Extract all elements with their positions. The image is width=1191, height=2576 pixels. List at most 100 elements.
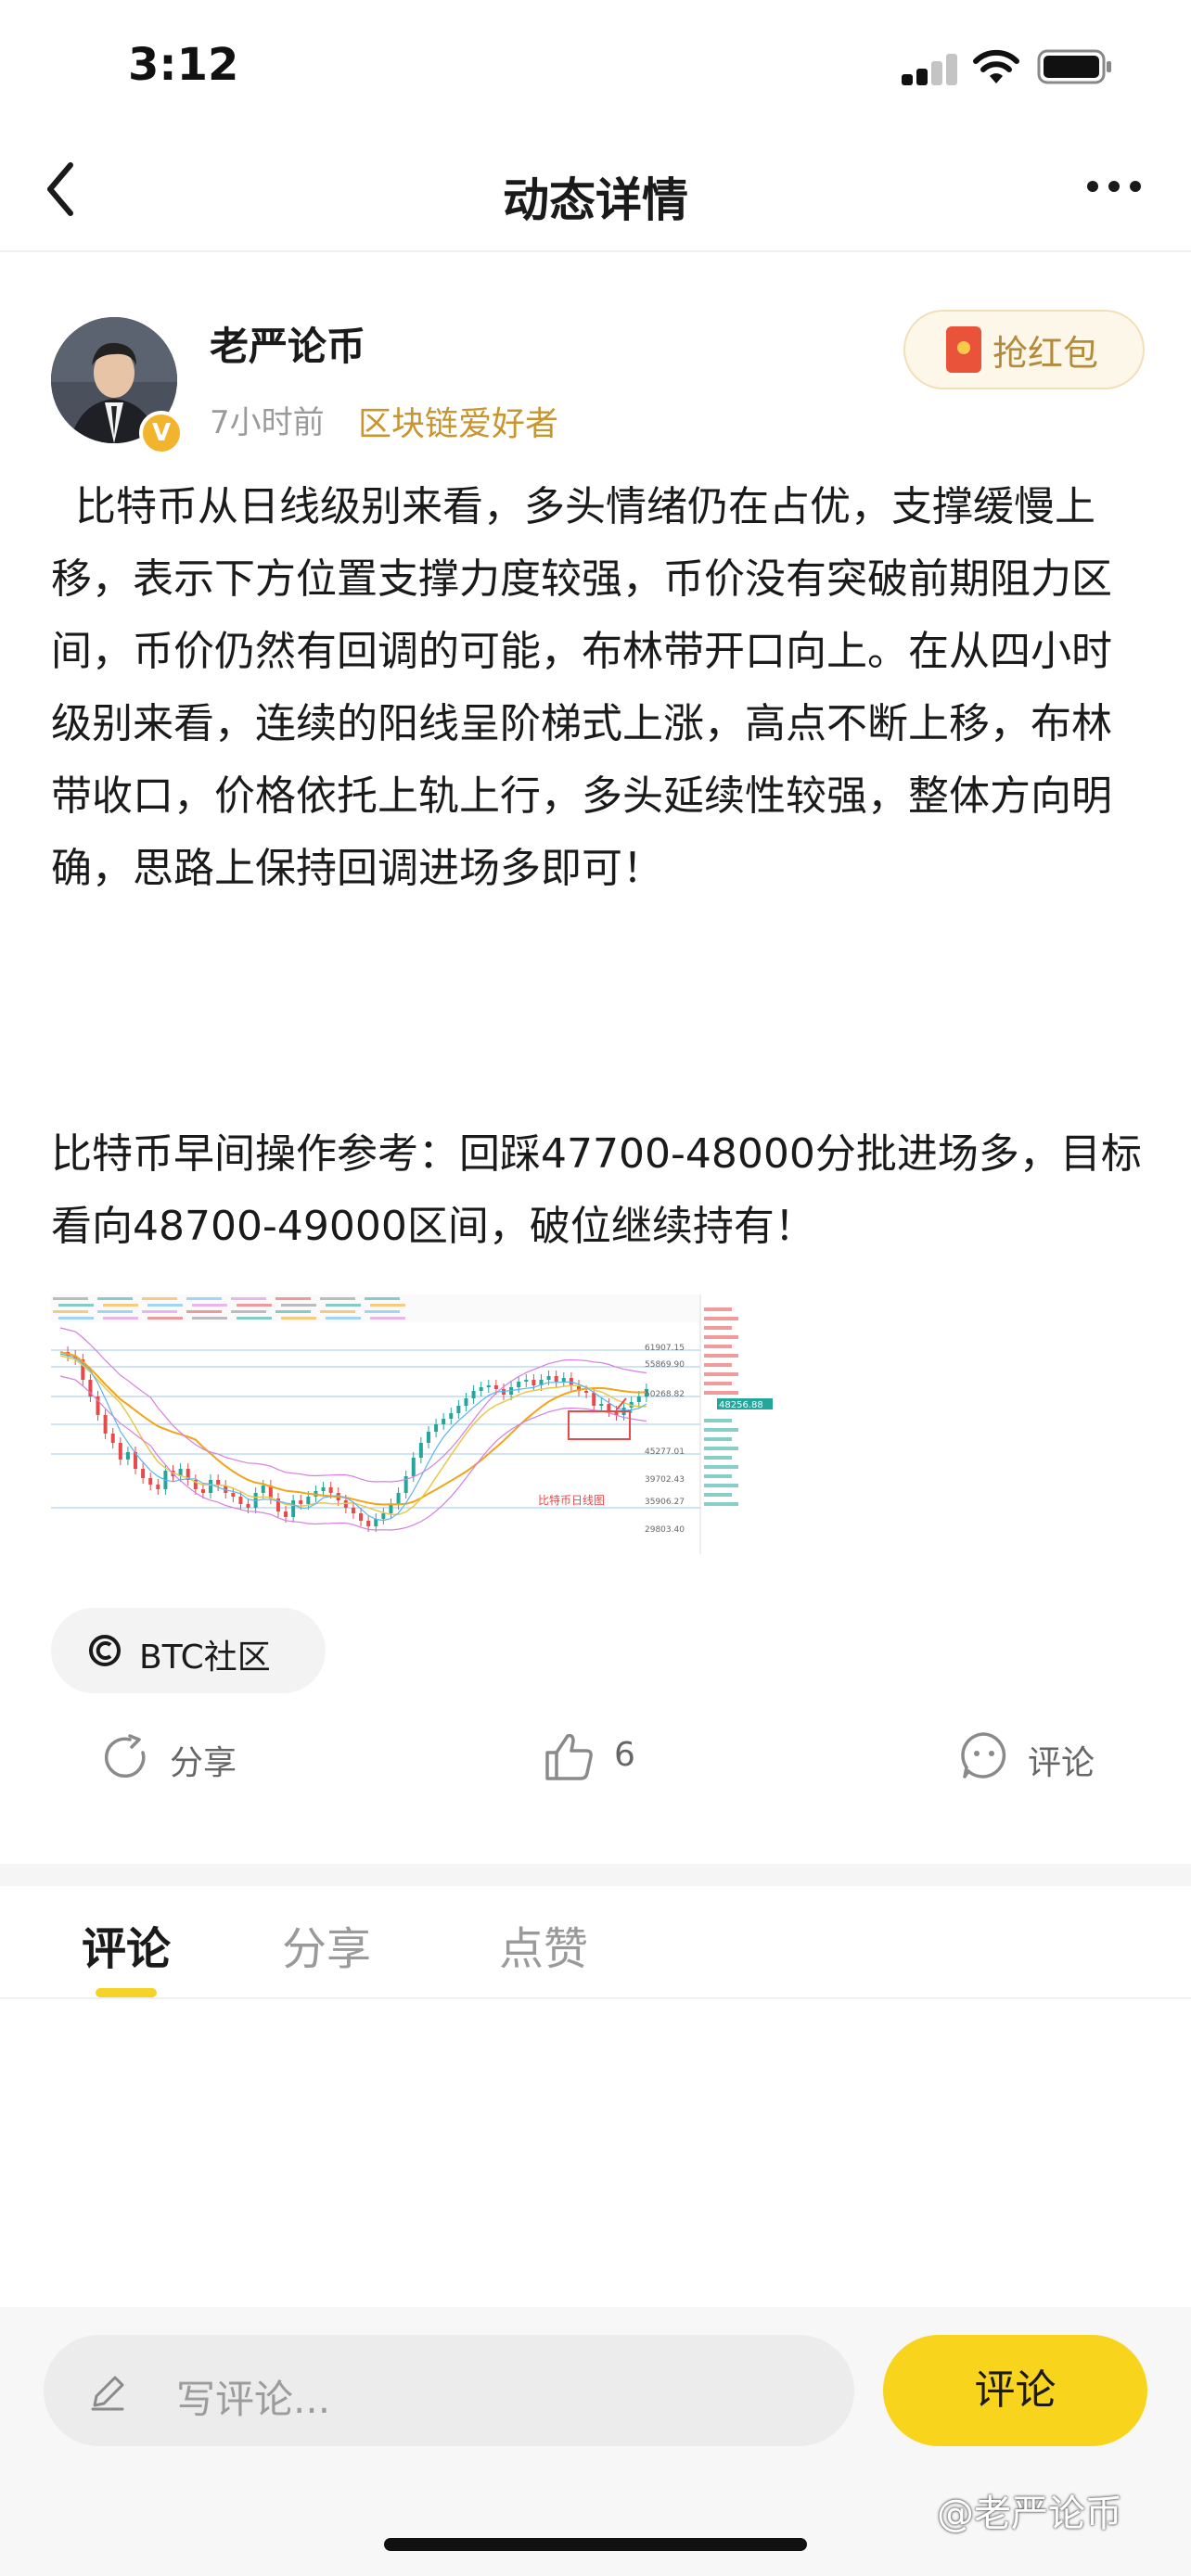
- topic-label: BTC社区: [139, 1639, 271, 1677]
- indicator-text-line: [142, 1310, 177, 1313]
- indicator-text-line: [103, 1317, 138, 1320]
- candle-body: [389, 1504, 393, 1513]
- candle-body: [321, 1487, 326, 1491]
- candle-body: [200, 1489, 205, 1493]
- indicator-text-line: [231, 1310, 266, 1313]
- candle-body: [517, 1382, 521, 1387]
- candle-body: [118, 1443, 122, 1460]
- candlestick-chart-image: 比特币日线图 61907.15 55869.90 50268.82 45277.01 3…: [51, 1294, 779, 1554]
- indicator-text-line: [370, 1304, 405, 1307]
- indicator-text-line: [275, 1297, 311, 1300]
- price-label: 35906.27: [645, 1498, 685, 1507]
- candle-body: [141, 1469, 146, 1478]
- indicator-text-line: [97, 1310, 133, 1313]
- comment-input[interactable]: [44, 2335, 854, 2446]
- indicator-text-line: [142, 1297, 177, 1300]
- comment-icon[interactable]: [959, 1730, 1009, 1780]
- price-label: 29803.40: [645, 1525, 685, 1535]
- section-separator: [0, 1864, 1191, 1886]
- candle-body: [592, 1393, 596, 1406]
- cellular-signal-icon: [902, 54, 957, 85]
- candle-body: [125, 1452, 130, 1460]
- orderbook-row: [704, 1326, 732, 1330]
- orderbook-row: [704, 1345, 732, 1348]
- orderbook-row: [704, 1493, 732, 1497]
- candle-body: [231, 1493, 236, 1497]
- indicator-text-line: [281, 1304, 316, 1307]
- candle-body: [148, 1478, 153, 1485]
- orderbook-row: [704, 1382, 732, 1385]
- share-button[interactable]: 分享: [170, 1736, 237, 1784]
- candle-body: [306, 1497, 311, 1504]
- candle-body: [434, 1424, 439, 1432]
- tab-comments[interactable]: 评论: [82, 1912, 171, 1977]
- post-image-chart[interactable]: 比特币日线图 61907.15 55869.90 50268.82 45277.01 3…: [51, 1294, 779, 1554]
- candle-body: [584, 1391, 589, 1393]
- post-time: 7小时前: [210, 404, 325, 441]
- orderbook-row: [704, 1317, 738, 1320]
- orderbook-row: [704, 1419, 732, 1422]
- page-title: 动态详情: [503, 173, 688, 227]
- more-options-icon[interactable]: [1085, 178, 1143, 195]
- indicator-text-line: [58, 1304, 94, 1307]
- orderbook-row: [704, 1354, 738, 1358]
- thumbs-up-icon[interactable]: [542, 1730, 596, 1782]
- candle-body: [381, 1513, 386, 1519]
- candle-body: [359, 1513, 364, 1521]
- indicator-text-line: [147, 1317, 183, 1320]
- comment-placeholder[interactable]: 写评论...: [176, 2368, 330, 2425]
- candle-body: [636, 1396, 641, 1402]
- price-label: 45277.01: [645, 1447, 685, 1457]
- indicator-text-line: [365, 1297, 400, 1300]
- candle-body: [418, 1443, 423, 1458]
- indicator-text-line: [275, 1310, 311, 1313]
- candle-body: [103, 1415, 108, 1434]
- candle-body: [607, 1404, 611, 1411]
- indicator-text-line: [326, 1317, 361, 1320]
- candle-body: [449, 1413, 454, 1419]
- candle-body: [464, 1398, 468, 1406]
- orderbook-row: [704, 1335, 738, 1339]
- author-name[interactable]: 老严论币: [210, 315, 365, 372]
- candle-body: [156, 1485, 160, 1489]
- price-label: 55869.90: [645, 1360, 685, 1370]
- orderbook-row: [704, 1502, 738, 1506]
- candle-body: [456, 1406, 461, 1413]
- candle-body: [209, 1480, 213, 1493]
- orderbook-row: [704, 1428, 738, 1432]
- like-count[interactable]: 6: [614, 1736, 635, 1774]
- indicator-text-line: [147, 1304, 183, 1307]
- share-icon[interactable]: [102, 1732, 152, 1782]
- home-indicator: [384, 2538, 807, 2551]
- indicator-text-line: [103, 1304, 138, 1307]
- candle-body: [524, 1380, 529, 1382]
- watermark: @老严论币: [937, 2493, 1122, 2535]
- orderbook-row: [704, 1447, 738, 1450]
- red-packet-icon: [946, 326, 981, 373]
- post-paragraph: 比特币从日线级别来看，多头情绪仍在占优，支撑缓慢上移，表示下方位置支撑力度较强，…: [51, 483, 1112, 892]
- current-price: 48256.88: [719, 1400, 763, 1410]
- author-tag: 区块链爱好者: [358, 405, 559, 443]
- indicator-text-line: [186, 1310, 222, 1313]
- indicator-text-line: [320, 1297, 355, 1300]
- tab-shares[interactable]: 分享: [282, 1912, 371, 1977]
- candle-body: [291, 1500, 296, 1517]
- candle-body: [110, 1434, 115, 1443]
- candle-body: [426, 1432, 430, 1443]
- candle-body: [442, 1419, 446, 1424]
- submit-comment-button[interactable]: 评论: [883, 2335, 1147, 2446]
- candle-body: [396, 1493, 401, 1504]
- candle-body: [261, 1486, 265, 1493]
- nav-divider: [0, 250, 1191, 252]
- indicator-text-line: [370, 1317, 405, 1320]
- indicator-text-line: [186, 1297, 222, 1300]
- comment-button[interactable]: 评论: [1028, 1736, 1095, 1784]
- candle-body: [351, 1508, 355, 1513]
- candle-body: [479, 1387, 483, 1391]
- candle-body: [471, 1391, 476, 1398]
- orderbook-row: [704, 1484, 738, 1487]
- candle-body: [411, 1458, 416, 1476]
- tab-likes[interactable]: 点赞: [499, 1912, 588, 1977]
- candle-body: [531, 1380, 536, 1385]
- indicator-text-line: [53, 1310, 88, 1313]
